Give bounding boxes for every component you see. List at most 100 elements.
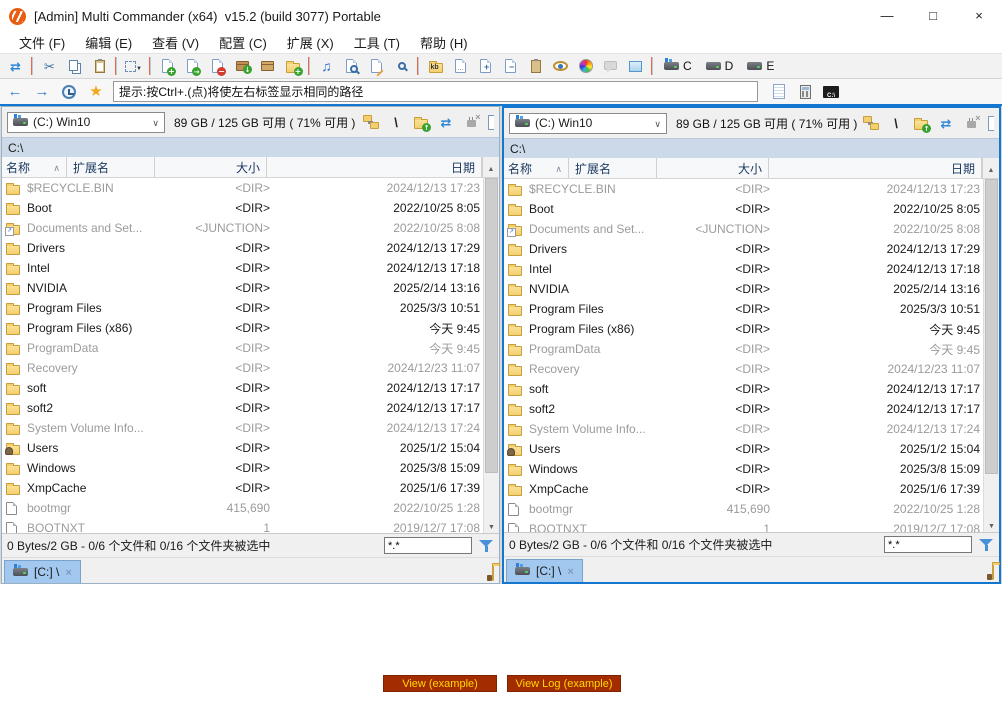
column-header-name[interactable]: 名称 — [2, 157, 67, 177]
color-settings-button[interactable] — [573, 55, 598, 77]
refresh-pane-button[interactable] — [938, 113, 954, 133]
file-row[interactable]: Windows<DIR>2025/3/8 15:09 — [504, 459, 982, 479]
file-row[interactable]: Program Files (x86)<DIR>今天 9:45 — [2, 318, 482, 338]
filter-input[interactable] — [384, 537, 472, 554]
file-row[interactable]: System Volume Info...<DIR>2024/12/13 17:… — [2, 418, 482, 438]
file-row[interactable]: Drivers<DIR>2024/12/13 17:29 — [504, 239, 982, 259]
tab-close-icon[interactable] — [65, 566, 71, 579]
comments-button[interactable] — [598, 55, 623, 77]
file-row[interactable]: Recovery<DIR>2024/12/23 11:07 — [504, 359, 982, 379]
menu-item-help[interactable]: 帮助 (H) — [410, 33, 478, 52]
pack-files-button[interactable] — [230, 55, 255, 77]
file-row[interactable]: Program Files<DIR>2025/3/3 10:51 — [2, 298, 482, 318]
path-bar[interactable]: C:\ — [2, 137, 499, 157]
scroll-down-button[interactable] — [484, 517, 499, 533]
scrollbar-thumb[interactable] — [485, 178, 498, 473]
refresh-button[interactable] — [3, 55, 28, 77]
file-viewer-button[interactable] — [548, 55, 573, 77]
locked-folder-button[interactable] — [492, 566, 494, 580]
file-row[interactable]: Intel<DIR>2024/12/13 17:18 — [2, 258, 482, 278]
file-row[interactable]: NVIDIA<DIR>2025/2/14 13:16 — [504, 279, 982, 299]
drive-selector[interactable]: (C:) Win10 — [509, 113, 667, 134]
view-log-example-button[interactable]: View Log (example) — [507, 675, 621, 692]
file-row[interactable]: BOOTNXT12019/12/7 17:08 — [504, 519, 982, 532]
tab-close-icon[interactable] — [567, 565, 573, 578]
menu-item-view[interactable]: 查看 (V) — [142, 33, 209, 52]
file-row[interactable]: XmpCache<DIR>2025/1/6 17:39 — [2, 478, 482, 498]
drive-selector[interactable]: (C:) Win10 — [7, 112, 165, 133]
drive-c-button[interactable]: C — [657, 55, 699, 77]
file-row[interactable]: $RECYCLE.BIN<DIR>2024/12/13 17:23 — [504, 179, 982, 199]
refresh-pane-button[interactable] — [438, 112, 454, 132]
folder-size-button[interactable] — [423, 55, 448, 77]
file-row[interactable]: NVIDIA<DIR>2025/2/14 13:16 — [2, 278, 482, 298]
preview-file-button[interactable] — [339, 55, 364, 77]
file-row[interactable]: Windows<DIR>2025/3/8 15:09 — [2, 458, 482, 478]
file-row[interactable]: BOOTNXT12019/12/7 17:08 — [2, 518, 482, 533]
unpack-files-button[interactable] — [255, 55, 280, 77]
scroll-up-button[interactable] — [482, 157, 499, 177]
file-row[interactable]: soft<DIR>2024/12/13 17:17 — [504, 379, 982, 399]
forward-button[interactable] — [32, 84, 52, 99]
minimize-button[interactable]: — — [864, 0, 910, 32]
folder-tree-button[interactable] — [863, 113, 879, 133]
delete-file-button[interactable] — [205, 55, 230, 77]
copy-file-button[interactable] — [180, 55, 205, 77]
paste-button[interactable] — [87, 55, 112, 77]
folder-tree-button[interactable] — [363, 112, 379, 132]
column-header-size[interactable]: 大小 — [657, 158, 769, 178]
go-parent-button[interactable] — [913, 113, 929, 133]
menu-item-config[interactable]: 配置 (C) — [209, 33, 277, 52]
maximize-button[interactable]: □ — [910, 0, 956, 32]
close-button[interactable]: × — [956, 0, 1002, 32]
file-row[interactable]: Program Files (x86)<DIR>今天 9:45 — [504, 319, 982, 339]
file-row[interactable]: soft<DIR>2024/12/13 17:17 — [2, 378, 482, 398]
file-batch-button[interactable]: … — [448, 55, 473, 77]
window-layout-button[interactable] — [623, 55, 648, 77]
file-row[interactable]: Boot<DIR>2022/10/25 8:05 — [2, 198, 482, 218]
new-folder-button[interactable] — [280, 55, 305, 77]
file-row[interactable]: Documents and Set...<JUNCTION>2022/10/25… — [504, 219, 982, 239]
file-row[interactable]: soft2<DIR>2024/12/13 17:17 — [2, 398, 482, 418]
cut-button[interactable] — [37, 55, 62, 77]
menu-item-tools[interactable]: 工具 (T) — [344, 33, 410, 52]
command-prompt-button[interactable] — [823, 82, 839, 102]
disconnect-button[interactable] — [463, 112, 479, 132]
file-row[interactable]: Users<DIR>2025/1/2 15:04 — [2, 438, 482, 458]
go-parent-button[interactable] — [413, 112, 429, 132]
file-row[interactable]: Intel<DIR>2024/12/13 17:18 — [504, 259, 982, 279]
scrollbar-thumb[interactable] — [985, 179, 998, 474]
file-row[interactable]: Drivers<DIR>2024/12/13 17:29 — [2, 238, 482, 258]
filter-button[interactable] — [478, 536, 494, 556]
select-mode-button[interactable] — [121, 55, 146, 77]
tab-c-drive[interactable]: [C:] \ — [506, 559, 583, 582]
file-row[interactable]: soft2<DIR>2024/12/13 17:17 — [504, 399, 982, 419]
column-header-date[interactable]: 日期 — [769, 158, 982, 178]
menu-item-file[interactable]: 文件 (F) — [9, 33, 75, 52]
back-button[interactable] — [5, 84, 25, 99]
file-row[interactable]: ProgramData<DIR>今天 9:45 — [504, 339, 982, 359]
file-row[interactable]: bootmgr415,6902022/10/25 1:28 — [2, 498, 482, 518]
file-plus-button[interactable]: + — [473, 55, 498, 77]
drive-d-button[interactable]: D — [699, 55, 741, 77]
history-button[interactable] — [59, 85, 79, 99]
filter-input[interactable] — [884, 536, 972, 553]
menu-item-edit[interactable]: 编辑 (E) — [75, 33, 142, 52]
column-header-ext[interactable]: 扩展名 — [67, 157, 155, 177]
drive-e-button[interactable]: E — [740, 55, 781, 77]
file-row[interactable]: Documents and Set...<JUNCTION>2022/10/25… — [2, 218, 482, 238]
column-header-date[interactable]: 日期 — [267, 157, 482, 177]
tab-c-drive[interactable]: [C:] \ — [4, 560, 81, 583]
file-row[interactable]: Program Files<DIR>2025/3/3 10:51 — [504, 299, 982, 319]
clipboard-button[interactable] — [523, 55, 548, 77]
column-header-size[interactable]: 大小 — [155, 157, 267, 177]
file-row[interactable]: Recovery<DIR>2024/12/23 11:07 — [2, 358, 482, 378]
favorites-button[interactable] — [86, 84, 106, 99]
file-row[interactable]: Boot<DIR>2022/10/25 8:05 — [504, 199, 982, 219]
file-row[interactable]: System Volume Info...<DIR>2024/12/13 17:… — [504, 419, 982, 439]
filter-button[interactable] — [978, 535, 994, 555]
vertical-scrollbar[interactable] — [983, 179, 999, 532]
file-row[interactable]: Users<DIR>2025/1/2 15:04 — [504, 439, 982, 459]
music-tool-button[interactable] — [314, 55, 339, 77]
disconnect-button[interactable] — [963, 113, 979, 133]
